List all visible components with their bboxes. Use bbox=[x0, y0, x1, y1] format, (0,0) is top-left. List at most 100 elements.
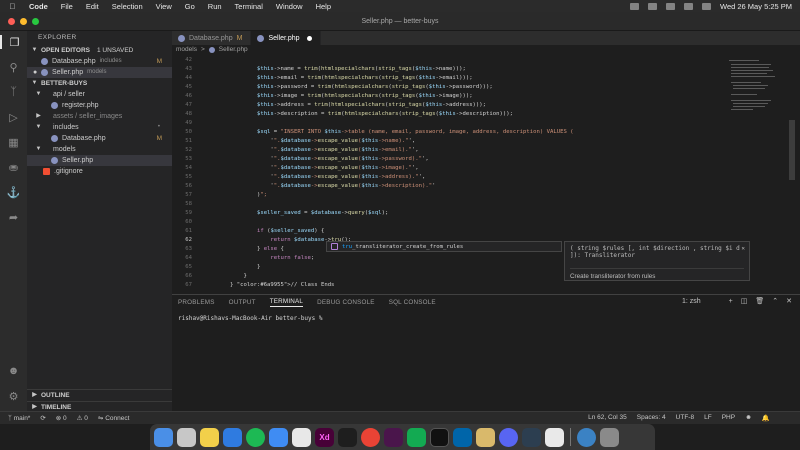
code-line[interactable]: 50 $sql = "INSERT INTO $this->table (nam… bbox=[172, 128, 727, 137]
code-line[interactable]: 56 '".$database->escape_value($this->des… bbox=[172, 182, 727, 191]
feedback-icon[interactable]: ☻ bbox=[745, 414, 752, 422]
code-line[interactable]: 58 bbox=[172, 200, 727, 209]
explorer-icon[interactable]: ❐ bbox=[0, 35, 27, 49]
code-line[interactable]: 51 '".$database->escape_value($this->nam… bbox=[172, 137, 727, 146]
terminal-output[interactable]: rishav@Rishavs-MacBook-Air better-buys % bbox=[172, 309, 800, 328]
code-line[interactable]: 47 $this->address = trim(htmlspecialchar… bbox=[172, 101, 727, 110]
code-line[interactable]: 52 '".$database->escape_value($this->ema… bbox=[172, 146, 727, 155]
code-line[interactable]: 55 '".$database->escape_value($this->add… bbox=[172, 173, 727, 182]
close-icon[interactable]: ✕ bbox=[786, 297, 792, 305]
code-line[interactable]: 44 $this->email = trim(htmlspecialchars(… bbox=[172, 74, 727, 83]
spotify-icon[interactable] bbox=[246, 427, 265, 447]
menu-run[interactable]: Run bbox=[208, 2, 222, 11]
control-center-icon[interactable] bbox=[702, 2, 712, 10]
apple-icon[interactable]:  bbox=[8, 2, 17, 11]
unsaved-dot-icon[interactable]: ● bbox=[33, 67, 41, 78]
tab-database[interactable]: Database.php M bbox=[172, 31, 252, 45]
breadcrumb-file[interactable]: Seller.php bbox=[219, 45, 248, 55]
menu-file[interactable]: File bbox=[61, 2, 73, 11]
battery-icon[interactable] bbox=[648, 2, 658, 10]
menu-go[interactable]: Go bbox=[185, 2, 195, 11]
code-line[interactable]: 43 $this->name = trim(htmlspecialchars(s… bbox=[172, 65, 727, 74]
menu-selection[interactable]: Selection bbox=[112, 2, 143, 11]
menubar-clock[interactable]: Wed 26 May 5:25 PM bbox=[720, 2, 792, 11]
cursor-position[interactable]: Ln 62, Col 35 bbox=[588, 414, 627, 422]
screenshot-icon[interactable] bbox=[577, 427, 596, 447]
split-terminal-icon[interactable]: ◫ bbox=[741, 297, 748, 305]
open-editor-seller[interactable]: ● Seller.php models bbox=[27, 67, 172, 78]
photo-booth-icon[interactable] bbox=[292, 427, 311, 447]
database-icon[interactable]: ⛂ bbox=[7, 160, 21, 174]
chevron-up-icon[interactable]: ⌃ bbox=[772, 297, 778, 305]
tab-terminal[interactable]: TERMINAL bbox=[269, 298, 304, 307]
code-line[interactable]: 45 $this->password = trim(htmlspecialcha… bbox=[172, 83, 727, 92]
tree-folder-models[interactable]: ▼ models bbox=[27, 144, 172, 155]
bear-icon[interactable] bbox=[545, 427, 564, 447]
encoding[interactable]: UTF-8 bbox=[676, 414, 694, 422]
menu-app[interactable]: Code bbox=[29, 2, 48, 11]
tab-output[interactable]: OUTPUT bbox=[229, 299, 256, 306]
add-terminal-icon[interactable]: + bbox=[729, 298, 733, 305]
terminal-icon[interactable] bbox=[430, 427, 449, 447]
tree-file-database[interactable]: Database.php M bbox=[27, 133, 172, 144]
vscode-icon[interactable] bbox=[453, 427, 472, 447]
branch-indicator[interactable]: ᛉ main* bbox=[8, 415, 30, 422]
discord-icon[interactable] bbox=[499, 427, 518, 447]
code-line[interactable]: 49 bbox=[172, 119, 727, 128]
sync-icon[interactable]: ⟳ bbox=[40, 414, 45, 422]
tree-file-register[interactable]: register.php bbox=[27, 100, 172, 111]
mongodb-icon[interactable] bbox=[407, 427, 426, 447]
eol[interactable]: LF bbox=[704, 414, 712, 422]
code-line[interactable]: 48 $this->description = trim(htmlspecial… bbox=[172, 110, 727, 119]
tree-file-seller[interactable]: Seller.php bbox=[27, 155, 172, 166]
tree-folder-api-seller[interactable]: ▼ api / seller bbox=[27, 89, 172, 100]
close-icon[interactable]: ✕ bbox=[741, 245, 745, 252]
activity-monitor-icon[interactable] bbox=[522, 427, 541, 447]
chrome-icon[interactable] bbox=[361, 427, 380, 447]
unsaved-dot-icon[interactable] bbox=[306, 35, 312, 41]
code-line[interactable]: 54 '".$database->escape_value($this->ima… bbox=[172, 164, 727, 173]
open-editor-database[interactable]: Database.php includes M bbox=[27, 56, 172, 67]
search-icon[interactable] bbox=[684, 2, 694, 10]
code-line[interactable]: 42 bbox=[172, 56, 727, 65]
slack-icon[interactable] bbox=[384, 427, 403, 447]
connect-button[interactable]: ⇋ Connect bbox=[98, 414, 129, 422]
code-line[interactable]: 60 bbox=[172, 218, 727, 227]
menu-view[interactable]: View bbox=[156, 2, 172, 11]
finder-icon[interactable] bbox=[154, 427, 173, 447]
project-header[interactable]: ▼ BETTER-BUYS bbox=[27, 78, 172, 89]
warning-icon[interactable]: ⚠ 0 bbox=[77, 414, 88, 422]
extensions-icon[interactable]: ▦ bbox=[7, 135, 21, 149]
code-line[interactable]: 57 )"; bbox=[172, 191, 727, 200]
terminal-select[interactable]: 1: zsh bbox=[682, 298, 701, 305]
tree-file-gitignore[interactable]: .gitignore bbox=[27, 166, 172, 177]
docker-icon[interactable]: ⚓ bbox=[7, 185, 21, 199]
wifi-icon[interactable] bbox=[666, 2, 676, 10]
source-control-icon[interactable]: ᛉ bbox=[7, 85, 21, 99]
indentation[interactable]: Spaces: 4 bbox=[637, 414, 666, 422]
manage-gear-icon[interactable]: ⚙ bbox=[7, 389, 21, 403]
tree-folder-includes[interactable]: ▼ includes • bbox=[27, 122, 172, 133]
editor-scrollbar[interactable] bbox=[789, 120, 795, 180]
launchpad-icon[interactable] bbox=[177, 427, 196, 447]
figma-icon[interactable] bbox=[338, 427, 357, 447]
menu-terminal[interactable]: Terminal bbox=[235, 2, 263, 11]
outline-section[interactable]: ▶ OUTLINE bbox=[27, 389, 172, 400]
breadcrumb-folder[interactable]: models bbox=[176, 45, 197, 55]
tab-seller[interactable]: Seller.php bbox=[251, 31, 321, 45]
error-icon[interactable]: ⊗ 0 bbox=[56, 414, 67, 422]
tab-problems[interactable]: PROBLEMS bbox=[178, 299, 215, 306]
mail-icon[interactable] bbox=[269, 427, 288, 447]
safari-icon[interactable] bbox=[223, 427, 242, 447]
live-share-icon[interactable]: ➦ bbox=[7, 210, 21, 224]
adobe-xd-icon[interactable]: Xd bbox=[315, 427, 334, 447]
code-line[interactable]: 67} "color:#6a9955">// Class Ends bbox=[172, 281, 727, 290]
trash-icon[interactable] bbox=[600, 427, 619, 447]
trash-icon[interactable]: 🗑 bbox=[755, 297, 764, 305]
autocomplete-suggestion[interactable]: tru _transliterator_create_from_rules bbox=[326, 241, 562, 252]
close-window-icon[interactable] bbox=[8, 18, 15, 25]
menu-window[interactable]: Window bbox=[276, 2, 303, 11]
code-line[interactable]: 53 '".$database->escape_value($this->pas… bbox=[172, 155, 727, 164]
tab-sql-console[interactable]: SQL CONSOLE bbox=[389, 299, 436, 306]
code-line[interactable]: 59 $seller_saved = $database->query($sql… bbox=[172, 209, 727, 218]
